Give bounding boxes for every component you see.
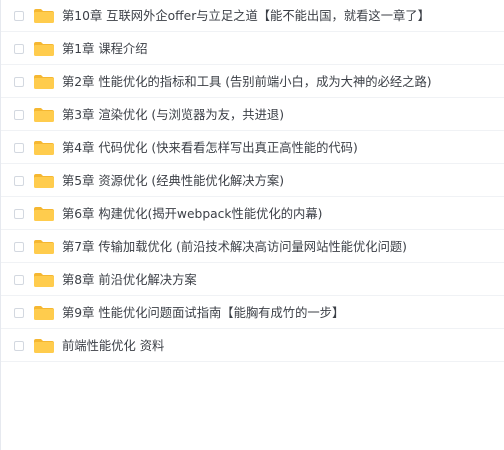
select-checkbox[interactable] [14, 110, 24, 120]
folder-name[interactable]: 第7章 传输加载优化 (前沿技术解决高访问量网站性能优化问题) [62, 239, 407, 255]
folder-name[interactable]: 前端性能优化 资料 [62, 338, 164, 354]
list-item[interactable]: 第4章 代码优化 (快来看看怎样写出真正高性能的代码) [1, 132, 504, 164]
list-item[interactable]: 第9章 性能优化问题面试指南【能胸有成竹的一步】 [1, 297, 504, 329]
select-checkbox[interactable] [14, 242, 24, 252]
list-item[interactable]: 第1章 课程介绍 [1, 33, 504, 65]
folder-name[interactable]: 第5章 资源优化 (经典性能优化解决方案) [62, 173, 284, 189]
select-checkbox[interactable] [14, 275, 24, 285]
folder-name[interactable]: 第3章 渲染优化 (与浏览器为友，共进退) [62, 107, 284, 123]
folder-icon [33, 239, 55, 255]
folder-icon [33, 173, 55, 189]
folder-name[interactable]: 第1章 课程介绍 [62, 41, 148, 57]
folder-icon [33, 8, 55, 24]
select-checkbox[interactable] [14, 143, 24, 153]
select-checkbox[interactable] [14, 341, 24, 351]
list-item[interactable]: 第5章 资源优化 (经典性能优化解决方案) [1, 165, 504, 197]
folder-icon [33, 74, 55, 90]
folder-name[interactable]: 第9章 性能优化问题面试指南【能胸有成竹的一步】 [62, 305, 344, 321]
list-item[interactable]: 第10章 互联网外企offer与立足之道【能不能出国，就看这一章了】 [1, 0, 504, 32]
folder-icon [33, 140, 55, 156]
folder-icon [33, 272, 55, 288]
list-item[interactable]: 第6章 构建优化(揭开webpack性能优化的内幕) [1, 198, 504, 230]
folder-icon [33, 206, 55, 222]
folder-icon [33, 41, 55, 57]
folder-name[interactable]: 第4章 代码优化 (快来看看怎样写出真正高性能的代码) [62, 140, 358, 156]
list-item[interactable]: 第7章 传输加载优化 (前沿技术解决高访问量网站性能优化问题) [1, 231, 504, 263]
select-checkbox[interactable] [14, 308, 24, 318]
list-item[interactable]: 第8章 前沿优化解决方案 [1, 264, 504, 296]
folder-name[interactable]: 第10章 互联网外企offer与立足之道【能不能出国，就看这一章了】 [62, 8, 430, 24]
list-item[interactable]: 第2章 性能优化的指标和工具 (告别前端小白，成为大神的必经之路) [1, 66, 504, 98]
file-list-panel: 第10章 互联网外企offer与立足之道【能不能出国，就看这一章了】 第1章 课程… [0, 0, 504, 450]
folder-list: 第10章 互联网外企offer与立足之道【能不能出国，就看这一章了】 第1章 课程… [1, 0, 504, 363]
list-item[interactable]: 前端性能优化 资料 [1, 330, 504, 362]
folder-icon [33, 305, 55, 321]
select-checkbox[interactable] [14, 77, 24, 87]
folder-icon [33, 338, 55, 354]
folder-name[interactable]: 第2章 性能优化的指标和工具 (告别前端小白，成为大神的必经之路) [62, 74, 432, 90]
folder-icon [33, 107, 55, 123]
select-checkbox[interactable] [14, 44, 24, 54]
select-checkbox[interactable] [14, 11, 24, 21]
folder-name[interactable]: 第8章 前沿优化解决方案 [62, 272, 197, 288]
folder-name[interactable]: 第6章 构建优化(揭开webpack性能优化的内幕) [62, 206, 322, 222]
select-checkbox[interactable] [14, 209, 24, 219]
list-item[interactable]: 第3章 渲染优化 (与浏览器为友，共进退) [1, 99, 504, 131]
select-checkbox[interactable] [14, 176, 24, 186]
